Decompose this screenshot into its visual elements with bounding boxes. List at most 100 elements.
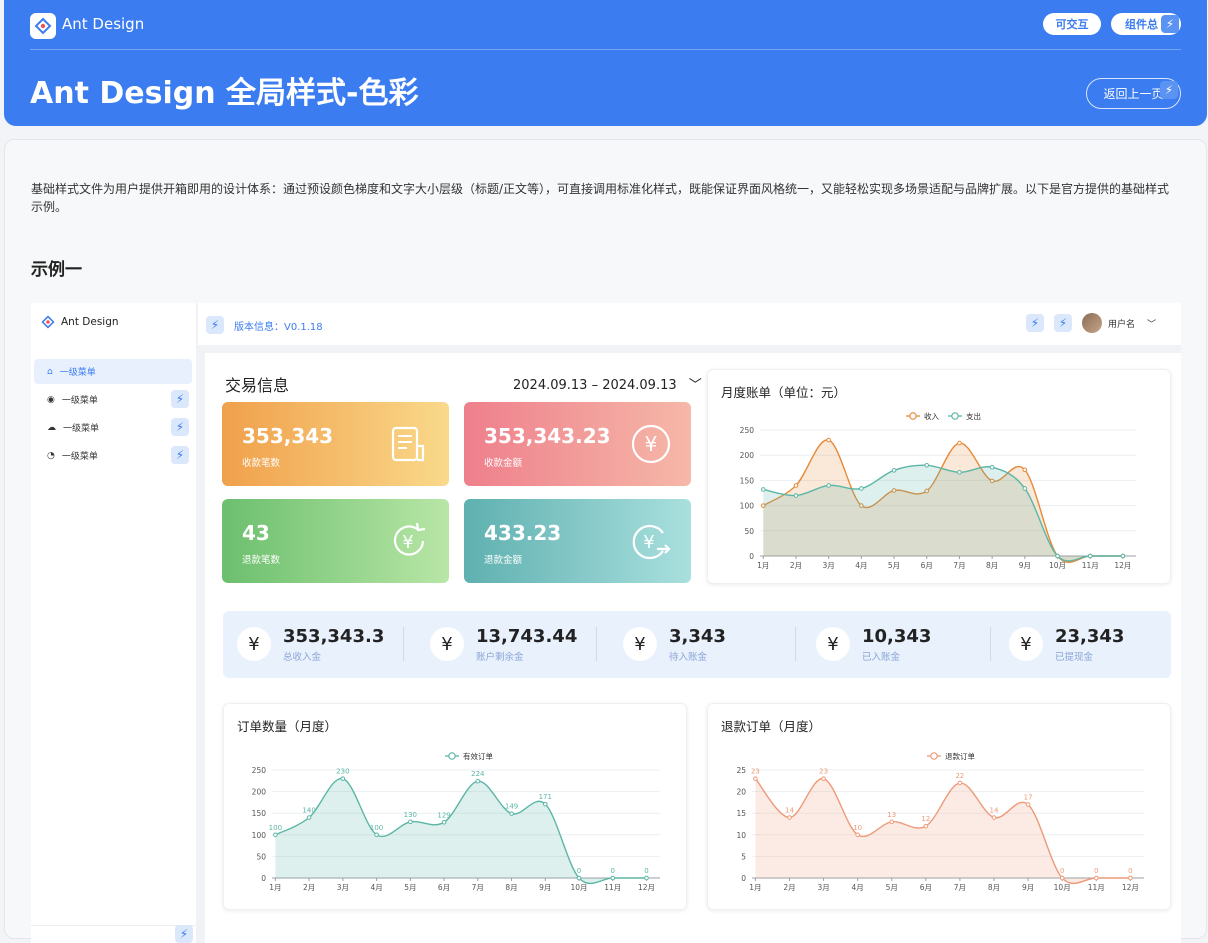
card-label: 收款金额: [484, 458, 523, 469]
summary-stats-bar: ¥ 353,343.3 总收入金 ¥ 13,743.44 账户剩余金 ¥ 3,343…: [223, 611, 1171, 678]
legend-label: 有效订单: [463, 751, 493, 761]
x-tick-label: 7月: [953, 561, 965, 570]
x-tick-label: 4月: [855, 561, 867, 570]
data-point: [273, 832, 278, 838]
data-label: 0: [1060, 867, 1064, 875]
x-tick-label: 3月: [337, 883, 349, 892]
order-count-chart-card: 订单数量（月度） 0 50 100 150 200 250 1月 2月 3月 4月 5月 6月 7月 8月…: [223, 703, 687, 910]
section-title: 示例一: [31, 260, 82, 280]
receipt-icon: [391, 426, 425, 462]
stat-card-receipt-count: 353,343 收款笔数: [222, 402, 449, 486]
legend-label: 收入: [924, 411, 939, 421]
stat-divider: [990, 627, 992, 661]
y-tick-label: 200: [252, 788, 267, 797]
data-point: [923, 823, 929, 829]
yen-refresh-icon: ¥: [393, 522, 426, 556]
data-label: 0: [1094, 867, 1098, 875]
header-divider: [30, 49, 1181, 50]
stat-label: 待入账金: [669, 651, 708, 663]
x-tick-label: 2月: [790, 561, 802, 570]
lightning-icon: ⚡: [1161, 15, 1179, 33]
stat-label: 已提现金: [1055, 651, 1094, 663]
sidebar-item-1[interactable]: ⌂ 一级菜单: [34, 359, 192, 384]
sidebar-item-3[interactable]: ☁ 一级菜单 ⚡: [34, 415, 192, 440]
component-overview-button[interactable]: 组件总 ⚡: [1111, 13, 1181, 35]
card-label: 退款金额: [484, 555, 523, 566]
x-tick-label: 7月: [472, 883, 484, 892]
x-tick-label: 10月: [1054, 883, 1071, 892]
data-label: 130: [404, 811, 417, 819]
avatar[interactable]: [1081, 313, 1102, 333]
page-header: Ant Design 可交互 组件总 ⚡ Ant Design 全局样式-色彩 …: [4, 0, 1207, 126]
data-point: [340, 776, 346, 781]
y-tick-label: 0: [261, 874, 266, 883]
yen-refresh-icon: ¥: [430, 627, 464, 661]
legend-label: 退款订单: [945, 751, 975, 761]
stat-label: 已入账金: [862, 651, 901, 663]
sidebar-item-label: 一级菜单: [61, 452, 98, 462]
data-point: [644, 875, 649, 881]
data-label: 224: [471, 770, 485, 778]
ant-design-logo: [30, 13, 56, 39]
data-point: [855, 832, 860, 838]
pie-icon: ◔: [47, 450, 55, 461]
data-point: [475, 778, 481, 784]
y-tick-label: 15: [736, 809, 746, 818]
x-tick-label: 2月: [303, 883, 315, 892]
sidebar-item-2[interactable]: ◉ 一级菜单 ⚡: [34, 387, 192, 412]
data-point: [542, 801, 548, 807]
ant-design-icon: [41, 315, 55, 329]
legend-marker: [951, 412, 959, 420]
x-tick-label: 8月: [988, 883, 1000, 892]
user-menu[interactable]: ⚡ ⚡ 用户名 ﹀: [1025, 313, 1156, 333]
data-point: [576, 875, 582, 881]
y-tick-label: 10: [736, 831, 746, 840]
data-point: [1022, 467, 1028, 473]
sidebar-item-label: 一级菜单: [63, 424, 100, 434]
stat-value: 353,343.3: [283, 625, 385, 647]
series-area: [275, 778, 647, 884]
x-tick-label: 11月: [1088, 883, 1105, 892]
stat-value: 23,343: [1055, 625, 1125, 647]
y-tick-label: 100: [740, 502, 755, 511]
x-tick-label: 8月: [986, 561, 998, 570]
x-tick-label: 5月: [404, 883, 416, 892]
home-icon: ⌂: [47, 366, 53, 377]
chevron-down-icon: ﹀: [1146, 319, 1156, 330]
version-text: 版本信息：V0.1.18: [234, 321, 323, 333]
stat-credited: ¥ 10,343 已入账金: [816, 623, 992, 665]
lightning-icon: ⚡: [206, 316, 224, 334]
sidebar-item-4[interactable]: ◔ 一级菜单 ⚡: [34, 443, 192, 468]
intro-text: 基础样式文件为用户提供开箱即用的设计体系：通过预设颜色梯度和文字大小层级（标题/…: [31, 182, 1170, 214]
lightning-icon: ⚡: [171, 446, 189, 464]
y-tick-label: 50: [256, 852, 266, 861]
record-icon: ◉: [47, 394, 55, 405]
data-point: [1093, 875, 1099, 881]
data-point: [891, 468, 897, 473]
x-tick-label: 5月: [888, 561, 900, 570]
cloud-icon: ☁: [47, 422, 56, 433]
demo-logo: Ant Design: [41, 315, 119, 329]
data-label: 22: [955, 772, 964, 780]
svg-text:¥: ¥: [643, 532, 654, 553]
demo-app: Ant Design ⌂ 一级菜单 ◉ 一级菜单 ⚡ ☁ 一级菜单 ⚡ ◔ 一级…: [31, 303, 1181, 943]
y-tick-label: 100: [252, 831, 267, 840]
y-tick-label: 250: [252, 766, 267, 775]
data-label: 100: [269, 824, 282, 832]
data-point: [1025, 802, 1031, 807]
data-point: [889, 819, 895, 825]
order-count-chart: 0501001502002501月 2月 3月 4月 5月 6月 7月 8月 9月 10月 11月 1…: [252, 751, 660, 892]
date-range-picker[interactable]: 2024.09.13 – 2024.09.13 ﹀: [513, 374, 702, 393]
y-tick-label: 250: [740, 426, 755, 435]
data-point: [1087, 553, 1093, 559]
svg-text:¥: ¥: [645, 432, 658, 456]
stat-value: 3,343: [669, 625, 726, 647]
back-button[interactable]: 返回上一页 ⚡: [1086, 78, 1181, 109]
data-label: 23: [751, 768, 760, 776]
lightning-icon: ⚡: [171, 418, 189, 436]
stat-value: 10,343: [862, 625, 932, 647]
data-point: [1128, 875, 1133, 881]
stat-total-income: ¥ 353,343.3 总收入金: [237, 623, 405, 665]
x-tick-label: 10月: [571, 883, 588, 892]
interactive-button[interactable]: 可交互: [1043, 13, 1101, 35]
